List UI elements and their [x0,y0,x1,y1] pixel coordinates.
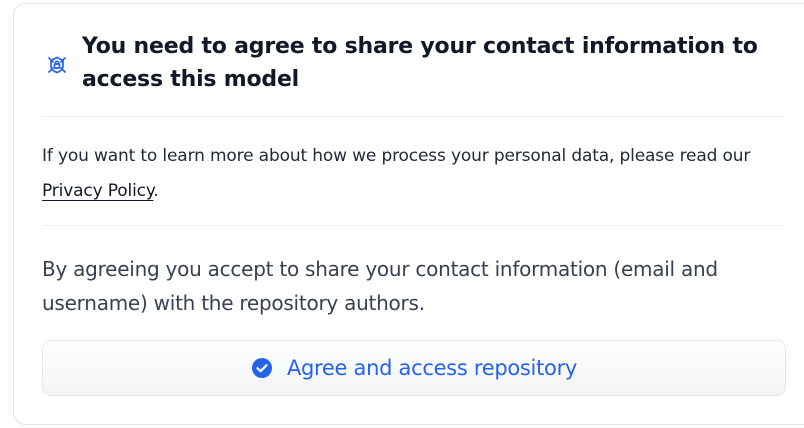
gated-lock-icon [42,50,72,80]
privacy-text: If you want to learn more about how we p… [42,146,751,166]
privacy-policy-link[interactable]: Privacy Policy [42,181,153,201]
gate-title: You need to agree to share your contact … [82,34,758,92]
agree-and-access-button[interactable]: Agree and access repository [42,340,786,396]
agree-button-label: Agree and access repository [286,356,578,380]
divider [42,225,784,226]
check-circle-icon [251,357,273,379]
divider [42,116,784,117]
privacy-period: . [153,181,159,201]
privacy-notice: If you want to learn more about how we p… [42,139,787,209]
consent-text: By agreeing you accept to share your con… [42,257,718,315]
